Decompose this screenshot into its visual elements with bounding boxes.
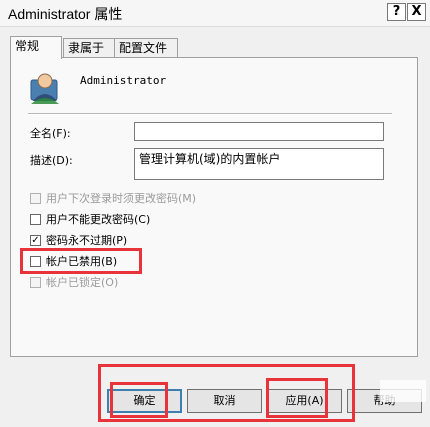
fullname-label: 全名(F): [30,127,71,140]
checkbox[interactable] [30,214,41,225]
help-button[interactable]: ? [387,3,406,21]
checkbox[interactable] [30,277,41,288]
checkbox[interactable] [30,193,41,204]
highlight-account-disabled [20,248,142,274]
highlight-ok [110,382,168,418]
description-label: 描述(D): [30,154,73,167]
watermark-blur [380,380,426,402]
tab-profile[interactable]: 配置文件 [114,38,178,58]
user-icon [30,73,59,104]
option-label: 密码永不过期(P) [46,234,128,247]
option-label: 帐户已锁定(O) [46,276,119,289]
tab-general[interactable]: 常规 [10,36,62,59]
option-label: 用户下次登录时须更改密码(M) [46,192,197,205]
fullname-input[interactable] [134,122,384,141]
close-button[interactable]: X [407,3,426,21]
user-name: Administrator [80,74,167,87]
description-input[interactable]: 管理计算机(域)的内置帐户 [134,148,384,180]
window-title: Administrator 属性 [8,6,123,22]
general-panel [10,57,418,357]
checkbox-checked[interactable]: ✓ [30,235,41,246]
title-bar: Administrator 属性 ? X [0,0,430,27]
tab-member-of[interactable]: 隶属于 [63,38,115,58]
divider [28,113,392,115]
highlight-apply [266,378,328,418]
option-label: 用户不能更改密码(C) [46,213,151,226]
